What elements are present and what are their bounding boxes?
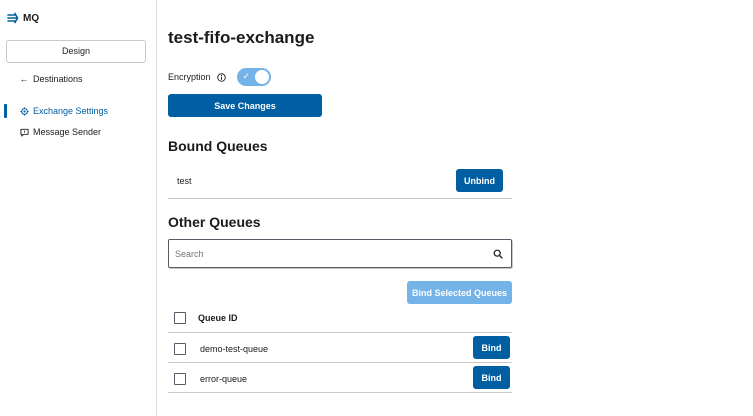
page-title: test-fifo-exchange bbox=[168, 28, 315, 47]
row-checkbox[interactable] bbox=[174, 343, 186, 355]
search-icon[interactable] bbox=[493, 249, 503, 259]
mq-logo-icon bbox=[7, 12, 19, 24]
brand[interactable]: MQ bbox=[7, 12, 39, 24]
sidebar-item-label: Destinations bbox=[33, 74, 83, 84]
table-header: Queue ID bbox=[168, 308, 512, 333]
unbind-button[interactable]: Unbind bbox=[456, 169, 503, 192]
encryption-row: Encryption ✓ bbox=[168, 68, 271, 86]
row-checkbox[interactable] bbox=[174, 373, 186, 385]
sidebar-item-exchange-settings[interactable]: Exchange Settings bbox=[0, 102, 156, 120]
encryption-label: Encryption bbox=[168, 72, 211, 82]
encryption-toggle[interactable]: ✓ bbox=[236, 68, 271, 86]
gear-icon bbox=[18, 106, 30, 116]
arrow-left-icon: ← bbox=[19, 74, 29, 84]
bind-selected-queues-button[interactable]: Bind Selected Queues bbox=[407, 281, 512, 304]
search-input[interactable] bbox=[175, 244, 485, 264]
select-all-checkbox[interactable] bbox=[174, 312, 186, 324]
design-button[interactable]: Design bbox=[6, 40, 146, 63]
table-row: demo-test-queue Bind bbox=[168, 333, 512, 363]
save-changes-button[interactable]: Save Changes bbox=[168, 94, 322, 117]
queue-name: demo-test-queue bbox=[200, 344, 269, 354]
info-icon[interactable] bbox=[216, 72, 226, 82]
search-box bbox=[168, 239, 512, 268]
bind-button[interactable]: Bind bbox=[473, 366, 510, 389]
sidebar: MQ Design ← Destinations Exchange Settin… bbox=[0, 0, 157, 416]
brand-name: MQ bbox=[23, 12, 40, 24]
sidebar-item-label: Exchange Settings bbox=[33, 106, 109, 116]
other-queues-title: Other Queues bbox=[168, 214, 261, 230]
sidebar-item-message-sender[interactable]: Message Sender bbox=[0, 123, 156, 141]
check-icon: ✓ bbox=[242, 71, 251, 81]
bound-queues-title: Bound Queues bbox=[168, 138, 268, 154]
bound-queue-name: test bbox=[177, 176, 192, 186]
message-icon bbox=[18, 128, 30, 137]
sidebar-item-destinations[interactable]: ← Destinations bbox=[0, 70, 156, 88]
queue-name: error-queue bbox=[200, 374, 248, 384]
column-header-queue-id: Queue ID bbox=[198, 313, 238, 323]
bound-queue-row: test Unbind bbox=[168, 166, 512, 199]
bind-button[interactable]: Bind bbox=[473, 336, 510, 359]
toggle-knob bbox=[254, 70, 269, 84]
sidebar-item-label: Message Sender bbox=[33, 127, 102, 137]
table-row: error-queue Bind bbox=[168, 363, 512, 393]
